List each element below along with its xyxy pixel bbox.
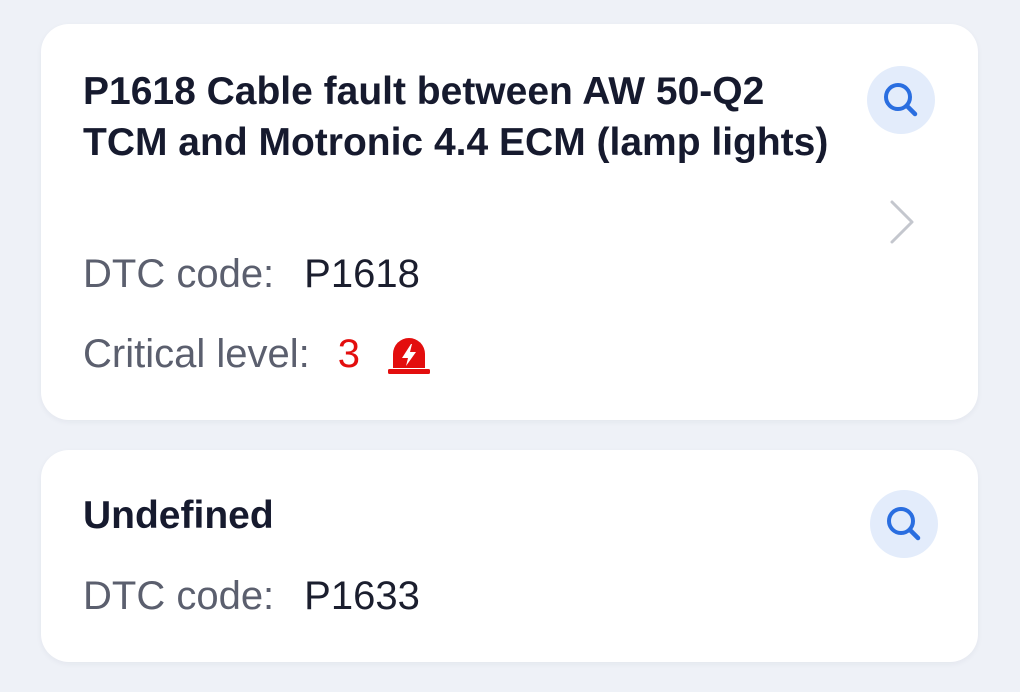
dtc-code-label: DTC code: (83, 574, 275, 618)
search-icon (887, 507, 921, 541)
fault-title: Undefined (83, 494, 274, 537)
dtc-code-value: P1618 (304, 252, 420, 296)
critical-level-value: 3 (337, 332, 360, 376)
fault-card[interactable]: P1618 Cable fault between AW 50-Q2 TCM a… (41, 24, 978, 420)
critical-level-label: Critical level: (83, 332, 310, 376)
dtc-code-row: DTC code: P1633 (83, 572, 420, 620)
dtc-code-label: DTC code: (83, 252, 275, 296)
search-button[interactable] (870, 490, 938, 558)
dtc-code-row: DTC code: P1618 (83, 250, 420, 298)
chevron-right-icon[interactable] (886, 198, 918, 246)
fault-card[interactable]: Undefined DTC code: P1633 (41, 450, 978, 662)
fault-title: P1618 Cable fault between AW 50-Q2 TCM a… (83, 70, 829, 164)
search-icon (884, 83, 918, 117)
siren-alarm-icon (387, 338, 430, 374)
search-button[interactable] (867, 66, 935, 134)
dtc-code-value: P1633 (304, 574, 420, 618)
critical-level-row: Critical level: 3 (83, 330, 432, 378)
